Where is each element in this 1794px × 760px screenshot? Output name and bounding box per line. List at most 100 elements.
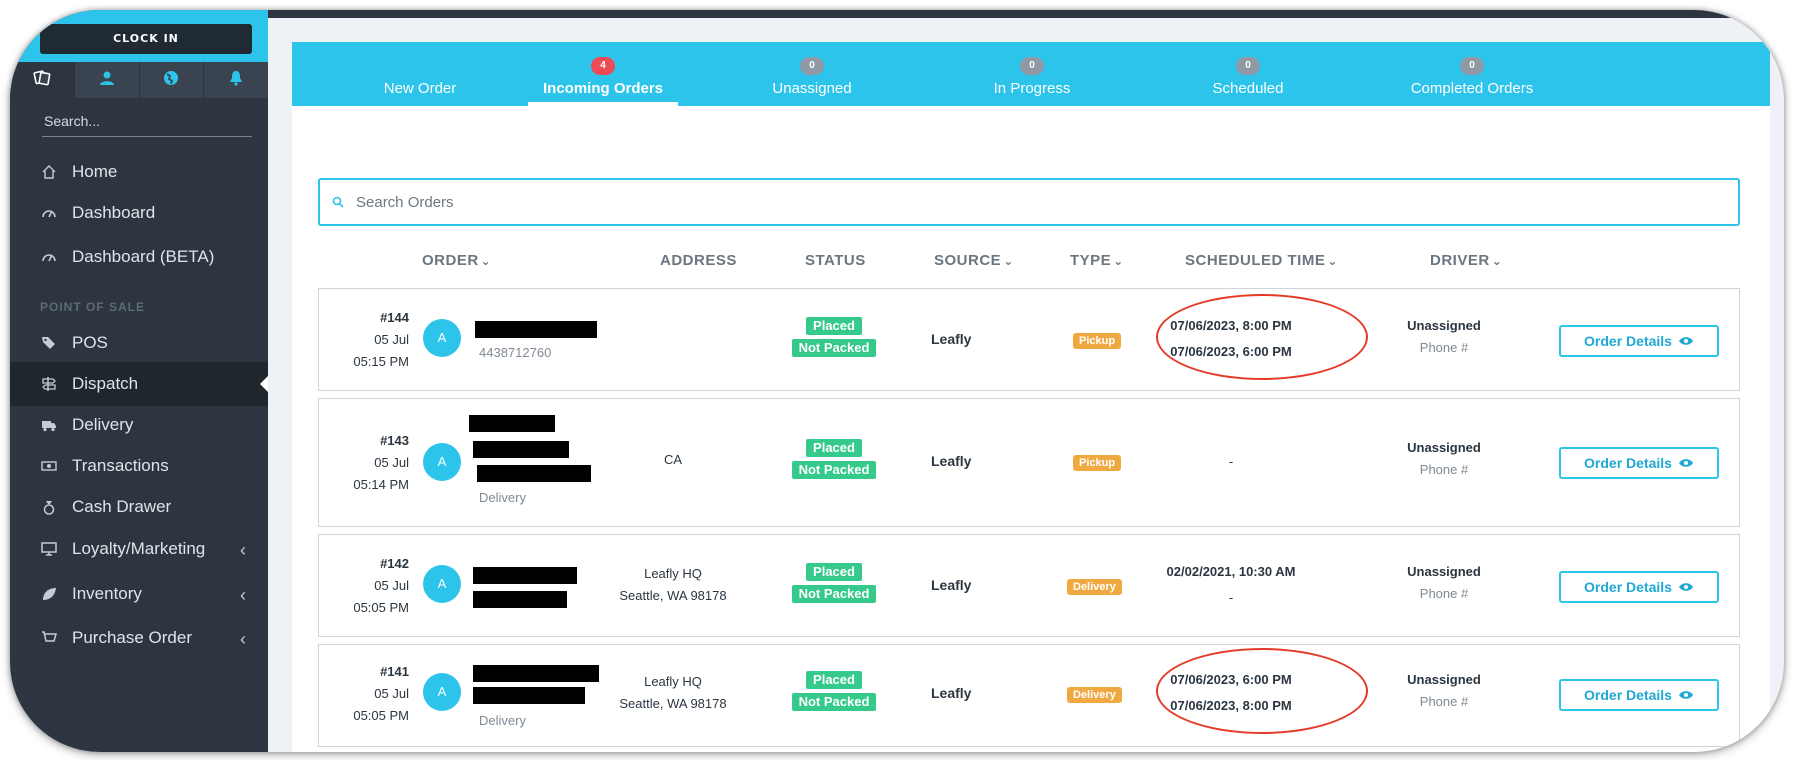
sidebar-item-cash-drawer[interactable]: Cash Drawer (10, 485, 268, 529)
chevron-left-icon: ‹ (240, 585, 246, 605)
chevron-left-icon: ‹ (240, 629, 246, 649)
tab-label: New Order (383, 80, 457, 97)
order-address: CA (663, 452, 683, 467)
redacted-customer-name (473, 567, 577, 584)
status-badges: Placed Not Packed (784, 561, 884, 605)
order-address: Leafly HQ Seattle, WA 98178 (619, 674, 727, 711)
order-date: 05 Jul (374, 686, 409, 701)
sidebar-item-label: Inventory (72, 584, 142, 603)
order-source: Leafly (931, 577, 972, 593)
table-row[interactable]: #144 05 Jul 05:15 PM A 4438712760 Placed… (318, 288, 1740, 391)
table-row[interactable]: #141 05 Jul 05:05 PM A Delivery Leafly H… (318, 644, 1740, 747)
status-badge-not-packed: Not Packed (791, 585, 877, 603)
eye-icon (1678, 333, 1694, 349)
order-date: 05 Jul (374, 455, 409, 470)
clock-in-area: CLOCK IN (10, 10, 268, 62)
tab-incoming-orders[interactable]: 4 Incoming Orders (528, 42, 678, 106)
chevron-left-icon: ‹ (240, 540, 246, 560)
status-badge-placed: Placed (806, 671, 862, 689)
sidebar-item-dashboard-beta[interactable]: Dashboard (BETA) (10, 235, 268, 279)
bell-icon (228, 70, 244, 91)
sidebar: CLOCK IN Search... Home Dashboard Dashbo… (10, 10, 268, 752)
sidebar-search-input[interactable]: Search... (42, 105, 252, 137)
driver-cell: Unassigned Phone # (1389, 669, 1499, 713)
tab-completed-orders[interactable]: 0 Completed Orders (1362, 42, 1582, 106)
order-time: 05:14 PM (353, 477, 409, 492)
column-header-address: ADDRESS (660, 252, 737, 269)
app-window: CLOCK IN Search... Home Dashboard Dashbo… (10, 10, 1784, 752)
chevron-down-icon: ⌄ (480, 254, 492, 268)
tab-user[interactable] (75, 62, 140, 98)
truck-icon (40, 416, 58, 434)
column-header-driver[interactable]: DRIVER ⌄ (1430, 252, 1502, 269)
clock-in-button[interactable]: CLOCK IN (40, 24, 252, 54)
driver-phone: Phone # (1419, 586, 1469, 601)
sidebar-item-pos[interactable]: POS (10, 321, 268, 365)
top-bar (268, 10, 1784, 18)
type-badge: Delivery (1067, 687, 1122, 703)
scheduled-time: - (1131, 449, 1331, 475)
scheduled-time-line-1: 02/02/2021, 10:30 AM (1166, 564, 1296, 579)
order-tabs: New Order 4 Incoming Orders 0 Unassigned… (292, 42, 1770, 106)
tags-icon (40, 334, 58, 352)
sidebar-item-loyalty-marketing[interactable]: Loyalty/Marketing ‹ (10, 527, 268, 571)
order-method: Delivery (479, 713, 526, 728)
sidebar-item-label: Dashboard (72, 203, 156, 222)
sidebar-item-dispatch[interactable]: Dispatch (10, 362, 268, 406)
type-badge: Pickup (1073, 455, 1122, 471)
tab-count-badge: 0 (1020, 57, 1044, 75)
tab-bell[interactable] (204, 62, 268, 98)
tab-label: Unassigned (772, 80, 852, 97)
eye-icon (1678, 579, 1694, 595)
globe-icon (163, 70, 179, 91)
sidebar-item-inventory[interactable]: Inventory ‹ (10, 572, 268, 616)
order-number: #143 (380, 433, 409, 448)
sidebar-item-label: Dashboard (BETA) (72, 247, 215, 266)
sidebar-item-transactions[interactable]: Transactions (10, 444, 268, 488)
tab-cards[interactable] (10, 62, 75, 98)
column-header-order[interactable]: ORDER ⌄ (422, 252, 491, 269)
order-details-button[interactable]: Order Details (1559, 679, 1719, 711)
tab-unassigned[interactable]: 0 Unassigned (712, 42, 912, 106)
avatar: A (423, 319, 461, 357)
order-details-button[interactable]: Order Details (1559, 325, 1719, 357)
order-meta: #142 05 Jul 05:05 PM (339, 553, 409, 619)
sidebar-item-delivery[interactable]: Delivery (10, 403, 268, 447)
status-badge-placed: Placed (806, 317, 862, 335)
sidebar-item-label: Loyalty/Marketing (72, 539, 206, 558)
eye-icon (1678, 455, 1694, 471)
search-orders-input[interactable] (356, 193, 1716, 211)
avatar: A (423, 443, 461, 481)
status-badges: Placed Not Packed (784, 315, 884, 359)
column-header-type[interactable]: TYPE ⌄ (1070, 252, 1124, 269)
tab-new-order[interactable]: New Order (320, 42, 520, 106)
chevron-down-icon: ⌄ (1113, 254, 1124, 268)
order-details-button[interactable]: Order Details (1559, 447, 1719, 479)
leaf-icon (40, 585, 58, 603)
driver-cell: Unassigned Phone # (1389, 437, 1499, 481)
sidebar-item-label: Dispatch (72, 374, 139, 393)
money-icon (40, 457, 58, 475)
avatar: A (423, 565, 461, 603)
tab-count-badge: 4 (591, 57, 615, 75)
redacted-customer-name (473, 665, 599, 682)
status-badge-not-packed: Not Packed (791, 461, 877, 479)
home-icon (40, 163, 58, 181)
tab-scheduled[interactable]: 0 Scheduled (1148, 42, 1348, 106)
order-details-button[interactable]: Order Details (1559, 571, 1719, 603)
sidebar-item-dashboard[interactable]: Dashboard (10, 191, 268, 235)
table-row[interactable]: #143 05 Jul 05:14 PM A Delivery CA Place… (318, 398, 1740, 527)
tab-label: Completed Orders (1410, 80, 1534, 97)
sidebar-item-home[interactable]: Home (10, 150, 268, 194)
tab-globe[interactable] (140, 62, 205, 98)
driver-phone: Phone # (1419, 340, 1469, 355)
sidebar-item-purchase-order[interactable]: Purchase Order ‹ (10, 616, 268, 660)
sidebar-item-label: Transactions (72, 456, 169, 475)
tab-in-progress[interactable]: 0 In Progress (932, 42, 1132, 106)
order-number: #144 (380, 310, 409, 325)
table-row[interactable]: #142 05 Jul 05:05 PM A Leafly HQ Seattle… (318, 534, 1740, 637)
column-header-source[interactable]: SOURCE ⌄ (934, 252, 1014, 269)
highlight-annotation (1156, 294, 1368, 380)
sidebar-item-label: POS (72, 333, 108, 352)
column-header-scheduled-time[interactable]: SCHEDULED TIME ⌄ (1185, 252, 1338, 269)
